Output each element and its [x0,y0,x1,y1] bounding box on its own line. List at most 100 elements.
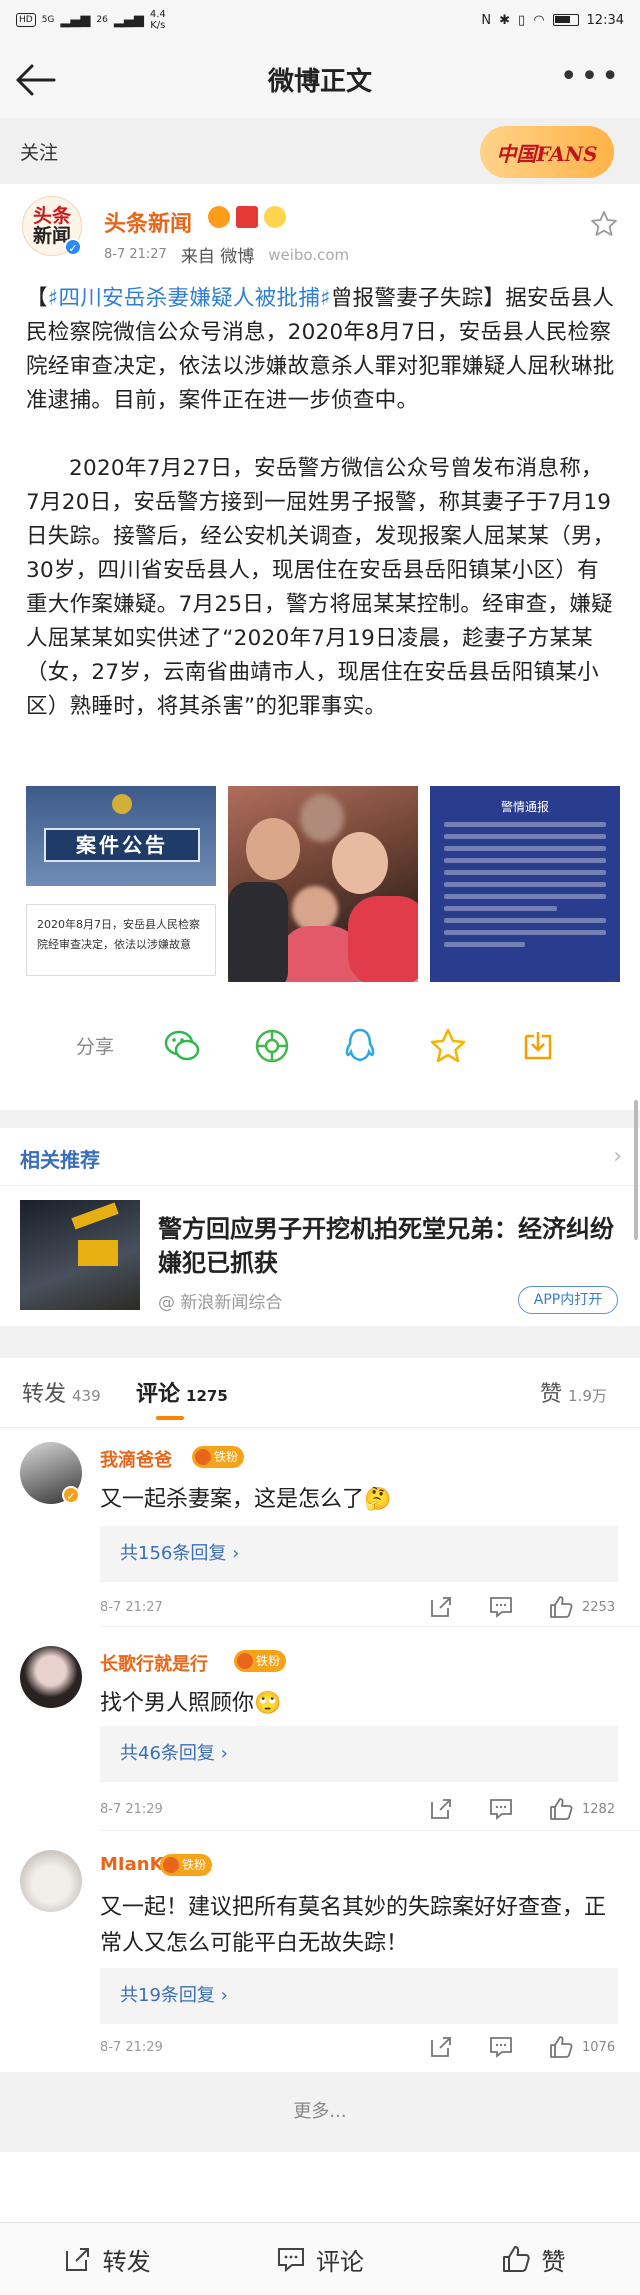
repost-icon[interactable] [428,1796,454,1822]
image-case-notice[interactable]: 案件公告 2020年8月7日，安岳县人民检察院经审查决定，依法以涉嫌故意 [26,786,216,982]
comment-replies-link[interactable]: 共156条回复 › [100,1526,618,1582]
photo-man-clothes [228,882,288,982]
wifi-icon: ◠ [533,12,545,28]
report-line [444,906,558,911]
tab-comments[interactable]: 评论 1275 [136,1376,228,1408]
share-row: 分享 [0,1018,640,1074]
like-count: 2253 [582,1599,616,1615]
wechat-icon[interactable] [162,1026,202,1066]
follow-label[interactable]: 关注 [20,138,58,165]
china-fans-banner[interactable]: 中国FANS [480,126,614,178]
more-comments-link[interactable]: 更多... [0,2072,640,2152]
author-badges [208,206,286,228]
commenter-avatar[interactable] [20,1646,82,1708]
image-family-photo[interactable] [228,786,418,982]
excavator-arm [71,1202,119,1230]
tab-comments-count: 1275 [186,1387,228,1405]
comment-icon[interactable] [488,2034,514,2060]
star-outline-icon[interactable] [590,210,618,238]
fan-medal-icon [208,206,230,228]
like-button[interactable]: 赞 [427,2223,640,2295]
photo-woman-clothes [348,896,418,982]
hashtag-link[interactable]: ♯四川安岳杀妻嫌疑人被批捕♯ [48,286,331,311]
network-5g: 5G [41,15,55,25]
related-thumbnail [20,1200,140,1310]
comment-time: 8-7 21:29 [100,2040,163,2055]
like-count: 1282 [582,1801,616,1817]
commenter-avatar[interactable] [20,1850,82,1912]
back-arrow-icon[interactable] [14,60,58,100]
comment-actions: 1076 [394,2034,616,2060]
author-name[interactable]: 头条新闻 [104,206,192,238]
report-line [444,918,606,923]
post-source: 来自 微博 [180,247,255,267]
comment-button[interactable]: 评论 [213,2223,426,2295]
photo-face-blurred [300,794,344,842]
member-icon [236,206,258,228]
bluetooth-icon: ✱ [499,12,511,28]
more-dots-icon[interactable]: ••• [560,62,622,92]
post-paragraph-1: 【♯四川安岳杀妻嫌疑人被批捕♯曾报警妻子失踪】据安岳县人民检察院微信公众号消息，… [26,282,616,418]
bottom-action-bar: 转发 评论 赞 [0,2222,640,2295]
comment-icon[interactable] [488,1594,514,1620]
tab-likes[interactable]: 赞 1.9万 [540,1376,607,1408]
report-line [444,942,525,947]
post-header: 头条 新闻 ✓ 头条新闻 8-7 21:27 来自 微博 weibo.com [0,196,640,276]
comment-time: 8-7 21:29 [100,1802,163,1817]
related-source: @ 新浪新闻综合 [158,1293,283,1313]
moments-icon[interactable] [252,1026,292,1066]
comment-label: 评论 [315,2247,364,2276]
like-icon[interactable] [548,1796,574,1822]
commenter-name[interactable]: 长歌行就是行 [100,1650,208,1676]
post-source-domain: weibo.com [268,245,350,264]
report-line [444,870,606,875]
commenter-name[interactable]: MIanK [100,1854,164,1875]
follow-bar: 关注 中国FANS [0,118,640,184]
tab-repost[interactable]: 转发 439 [22,1376,101,1408]
related-title: 相关推荐 [20,1148,100,1172]
comment-text: 找个男人照顾你🙄 [100,1691,282,1716]
author-avatar[interactable]: 头条 新闻 ✓ [22,196,82,266]
report-line [444,858,606,863]
like-icon[interactable] [548,2034,574,2060]
engagement-tabs: 转发 439 评论 1275 赞 1.9万 [0,1358,640,1428]
favorite-star-icon[interactable] [428,1026,468,1066]
comment-icon[interactable] [488,1796,514,1822]
comment-time: 8-7 21:27 [100,1600,163,1615]
comment-item: ✓ 我滴爸爸 铁粉 又一起杀妻案，这是怎么了🤔 共156条回复 › 8-7 21… [0,1442,640,1628]
clock: 12:34 [586,12,624,28]
qq-icon[interactable] [340,1026,380,1066]
image-police-report[interactable]: 警情通报 [430,786,620,982]
status-bar: HD 5G ▂▄▆ 26 ▂▄▆ 4.4 K/s N ✱ ▯ ◠ 12:34 [0,0,640,40]
like-count: 1076 [582,2039,616,2055]
save-to-album-icon[interactable] [518,1026,558,1066]
related-news-item[interactable]: 警方回应男子开挖机拍死堂兄弟：经济纠纷 嫌犯已抓获 @ 新浪新闻综合 APP内打… [0,1186,640,1326]
related-headline: 警方回应男子开挖机拍死堂兄弟：经济纠纷 嫌犯已抓获 [158,1215,614,1277]
commenter-name[interactable]: 我滴爸爸 [100,1446,172,1472]
report-line [444,822,606,827]
like-icon[interactable] [548,1594,574,1620]
scrollbar[interactable] [634,1100,638,1240]
repost-icon[interactable] [428,2034,454,2060]
repost-icon[interactable] [428,1594,454,1620]
photo-face-1 [246,818,300,880]
case-notice-plate: 案件公告 [44,828,200,862]
bracket-open: 【 [26,286,48,311]
repost-label: 转发 [102,2247,151,2276]
open-in-app-button[interactable]: APP内打开 [518,1286,618,1314]
police-report-title: 警情通报 [500,800,549,814]
signal-icon-2: ▂▄▆ [113,12,144,28]
lightbulb-icon [264,206,286,228]
chevron-right-icon[interactable]: › [613,1144,622,1169]
comment-divider [100,1626,640,1627]
network-26: 26 [96,15,108,25]
repost-button[interactable]: 转发 [0,2223,213,2295]
comment-item: 长歌行就是行 铁粉 找个男人照顾你🙄 共46条回复 › 8-7 21:29 12… [0,1646,640,1832]
comment-replies-link[interactable]: 共46条回复 › [100,1726,618,1782]
photo-face-2 [332,832,388,894]
post-paragraph-2: 2020年7月27日，安岳警方微信公众号曾发布消息称，7月20日，安岳警方接到一… [26,456,615,719]
post-time: 8-7 21:27 [104,247,167,262]
comment-replies-link[interactable]: 共19条回复 › [100,1968,618,2024]
excavator-body [78,1240,118,1266]
tab-repost-label: 转发 [22,1382,67,1407]
